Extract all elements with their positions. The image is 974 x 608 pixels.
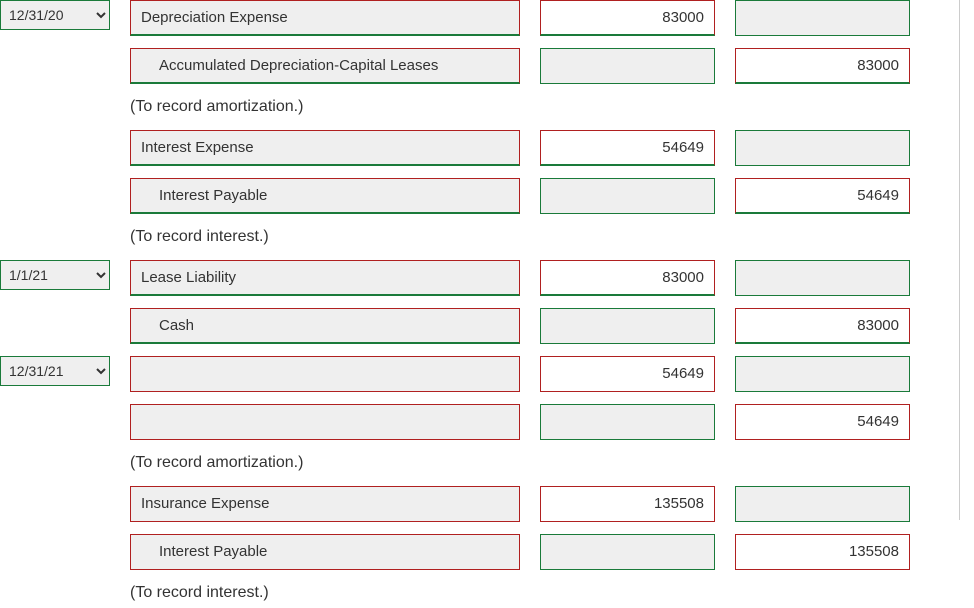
debit-field[interactable] (540, 178, 715, 214)
account-field[interactable] (130, 356, 520, 392)
debit-field[interactable] (540, 48, 715, 84)
debit-field[interactable] (540, 404, 715, 440)
credit-field[interactable] (735, 0, 910, 36)
credit-field[interactable]: 135508 (735, 534, 910, 570)
debit-field[interactable]: 54649 (540, 130, 715, 166)
date-select-1[interactable]: 12/31/20 (0, 0, 110, 30)
credit-field[interactable] (735, 130, 910, 166)
vertical-divider (959, 0, 960, 520)
credit-field[interactable]: 83000 (735, 308, 910, 344)
credit-field[interactable]: 54649 (735, 178, 910, 214)
account-field[interactable]: Accumulated Depreciation-Capital Leases (130, 48, 520, 84)
date-select-3[interactable]: 12/31/21 (0, 356, 110, 386)
account-field[interactable]: Interest Payable (130, 534, 520, 570)
account-field[interactable]: Cash (130, 308, 520, 344)
account-field[interactable]: Lease Liability (130, 260, 520, 296)
debit-field[interactable]: 135508 (540, 486, 715, 522)
account-field[interactable]: Depreciation Expense (130, 0, 520, 36)
account-field[interactable] (130, 404, 520, 440)
credit-field[interactable] (735, 486, 910, 522)
debit-field[interactable]: 83000 (540, 260, 715, 296)
entry-caption: (To record interest.) (130, 226, 520, 248)
journal-grid: 12/31/20 Depreciation Expense 83000 Accu… (0, 0, 974, 608)
credit-field[interactable]: 54649 (735, 404, 910, 440)
entry-caption: (To record amortization.) (130, 452, 520, 474)
account-field[interactable]: Interest Expense (130, 130, 520, 166)
credit-field[interactable] (735, 356, 910, 392)
date-select-2[interactable]: 1/1/21 (0, 260, 110, 290)
account-field[interactable]: Insurance Expense (130, 486, 520, 522)
debit-field[interactable] (540, 308, 715, 344)
debit-field[interactable]: 83000 (540, 0, 715, 36)
entry-caption: (To record amortization.) (130, 96, 520, 118)
account-field[interactable]: Interest Payable (130, 178, 520, 214)
entry-caption: (To record interest.) (130, 582, 520, 604)
credit-field[interactable] (735, 260, 910, 296)
debit-field[interactable]: 54649 (540, 356, 715, 392)
credit-field[interactable]: 83000 (735, 48, 910, 84)
debit-field[interactable] (540, 534, 715, 570)
